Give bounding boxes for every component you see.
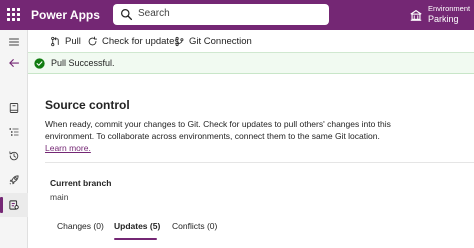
git-connection-button[interactable]: Git Connection — [174, 34, 252, 48]
check-for-updates-label: Check for updates — [102, 35, 180, 47]
description-text: When ready, commit your changes to Git. … — [45, 119, 391, 141]
back-arrow-icon[interactable] — [0, 51, 28, 75]
refresh-icon — [88, 36, 98, 45]
pull-icon — [51, 36, 59, 46]
book-icon[interactable] — [0, 96, 28, 120]
left-nav-rail — [0, 30, 28, 248]
search-icon — [121, 9, 133, 21]
pull-label: Pull — [65, 35, 81, 47]
search-box[interactable]: Search — [113, 4, 329, 25]
app-launcher-icon[interactable] — [7, 8, 21, 22]
history-icon[interactable] — [0, 144, 28, 168]
search-placeholder: Search — [138, 8, 170, 19]
source-control-card: Source control When ready, commit your c… — [28, 74, 474, 248]
tab-changes[interactable]: Changes (0) — [57, 221, 104, 231]
current-branch-label: Current branch — [50, 178, 112, 188]
git-connection-label: Git Connection — [189, 35, 252, 47]
source-control-icon[interactable] — [0, 193, 28, 217]
page-title: Source control — [45, 98, 130, 112]
command-bar: Pull Check for updates Git Connection — [28, 30, 474, 52]
top-bar: Power Apps Search Environment Parking — [0, 0, 474, 30]
git-branch-icon — [175, 36, 184, 46]
divider — [45, 162, 474, 163]
pull-button[interactable]: Pull — [50, 34, 81, 48]
description: When ready, commit your changes to Git. … — [45, 118, 400, 154]
environment-icon[interactable] — [409, 8, 423, 22]
tab-conflicts[interactable]: Conflicts (0) — [172, 221, 217, 231]
app-title[interactable]: Power Apps — [31, 8, 100, 22]
learn-more-link[interactable]: Learn more. — [45, 143, 91, 153]
environment-name: Parking — [428, 14, 459, 24]
tab-updates[interactable]: Updates (5) — [114, 221, 160, 231]
main-content: Source control When ready, commit your c… — [28, 74, 474, 248]
success-message-bar: Pull Successful. — [28, 52, 474, 74]
checkmark-circle-icon — [34, 58, 45, 69]
rocket-icon[interactable] — [0, 168, 28, 192]
tree-view-icon[interactable] — [0, 120, 28, 144]
message-text: Pull Successful. — [51, 58, 115, 68]
tab-selected-indicator — [114, 238, 157, 240]
environment-label: Environment — [428, 4, 471, 13]
check-for-updates-button[interactable]: Check for updates — [87, 34, 179, 48]
current-branch-value: main — [50, 192, 69, 202]
environment-picker[interactable]: Environment Parking — [428, 4, 470, 24]
